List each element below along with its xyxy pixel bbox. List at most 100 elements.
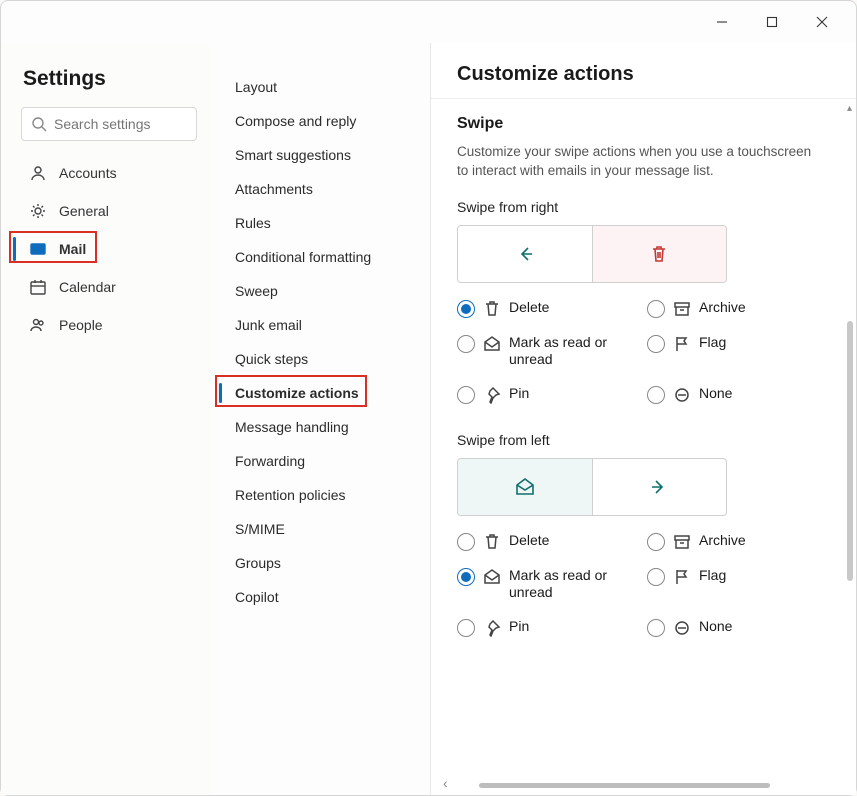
- radio-icon: [647, 335, 665, 353]
- opt-right-none[interactable]: None: [647, 385, 807, 404]
- close-button[interactable]: [806, 8, 838, 36]
- opt-left-read[interactable]: Mark as read or unread: [457, 567, 647, 602]
- pin-icon: [483, 619, 501, 637]
- flag-icon: [673, 568, 691, 586]
- sub-item-customize-actions[interactable]: Customize actions: [225, 377, 422, 409]
- opt-right-read[interactable]: Mark as read or unread: [457, 334, 647, 369]
- opt-left-archive[interactable]: Archive: [647, 532, 807, 551]
- swipe-right-preview: [457, 225, 727, 283]
- preview-action-right: [593, 226, 727, 282]
- vertical-scrollbar[interactable]: [847, 321, 853, 581]
- arrow-left-icon: [514, 243, 536, 265]
- swipe-right-heading: Swipe from right: [457, 199, 830, 215]
- sub-item-layout[interactable]: Layout: [225, 71, 422, 103]
- sidebar-item-mail[interactable]: Mail: [21, 233, 197, 265]
- opt-left-flag[interactable]: Flag: [647, 567, 807, 602]
- option-label: Archive: [699, 532, 746, 550]
- archive-icon: [673, 300, 691, 318]
- sub-item-message-handling[interactable]: Message handling: [225, 411, 422, 443]
- radio-icon: [457, 568, 475, 586]
- option-label: Delete: [509, 532, 549, 550]
- minimize-button[interactable]: [706, 8, 738, 36]
- trash-icon: [483, 533, 501, 551]
- none-icon: [673, 386, 691, 404]
- swipe-right-options: Delete Archive Mark: [457, 299, 830, 404]
- sidebar-item-label: Mail: [59, 241, 86, 257]
- sub-item-sweep[interactable]: Sweep: [225, 275, 422, 307]
- sub-item-groups[interactable]: Groups: [225, 547, 422, 579]
- radio-icon: [457, 386, 475, 404]
- radio-icon: [457, 619, 475, 637]
- pin-icon: [483, 386, 501, 404]
- sub-item-compose[interactable]: Compose and reply: [225, 105, 422, 137]
- none-icon: [673, 619, 691, 637]
- page-title: Settings: [23, 67, 197, 91]
- maximize-button[interactable]: [756, 8, 788, 36]
- sub-item-copilot[interactable]: Copilot: [225, 581, 422, 613]
- sub-item-smime[interactable]: S/MIME: [225, 513, 422, 545]
- opt-left-none[interactable]: None: [647, 618, 807, 637]
- radio-icon: [647, 533, 665, 551]
- search-input[interactable]: [21, 107, 197, 141]
- mail-open-icon: [483, 335, 501, 353]
- swipe-title: Swipe: [457, 115, 830, 133]
- archive-icon: [673, 533, 691, 551]
- opt-right-archive[interactable]: Archive: [647, 299, 807, 318]
- sub-item-retention-policies[interactable]: Retention policies: [225, 479, 422, 511]
- swipe-left-heading: Swipe from left: [457, 432, 830, 448]
- sub-item-attachments[interactable]: Attachments: [225, 173, 422, 205]
- option-label: Pin: [509, 385, 529, 403]
- flag-icon: [673, 335, 691, 353]
- sub-item-smart-suggestions[interactable]: Smart suggestions: [225, 139, 422, 171]
- trash-icon: [483, 300, 501, 318]
- sidebar-item-label: General: [59, 203, 109, 219]
- gear-icon: [29, 202, 47, 220]
- preview-back: [458, 226, 592, 282]
- sub-item-forwarding[interactable]: Forwarding: [225, 445, 422, 477]
- radio-icon: [457, 300, 475, 318]
- preview-action-left: [458, 459, 592, 515]
- opt-right-delete[interactable]: Delete: [457, 299, 647, 318]
- opt-left-delete[interactable]: Delete: [457, 532, 647, 551]
- opt-right-flag[interactable]: Flag: [647, 334, 807, 369]
- option-label: Archive: [699, 299, 746, 317]
- radio-icon: [647, 619, 665, 637]
- preview-forward: [593, 459, 727, 515]
- sidebar-item-accounts[interactable]: Accounts: [21, 157, 197, 189]
- option-label: Flag: [699, 334, 726, 352]
- swipe-left-options: Delete Archive Mark: [457, 532, 830, 637]
- calendar-icon: [29, 278, 47, 296]
- opt-left-pin[interactable]: Pin: [457, 618, 647, 637]
- horizontal-scrollbar[interactable]: [457, 781, 830, 789]
- option-label: Pin: [509, 618, 529, 636]
- sidebar-item-calendar[interactable]: Calendar: [21, 271, 197, 303]
- option-label: Mark as read or unread: [509, 567, 619, 602]
- arrow-right-icon: [648, 476, 670, 498]
- sidebar-item-label: Calendar: [59, 279, 116, 295]
- radio-icon: [647, 568, 665, 586]
- opt-right-pin[interactable]: Pin: [457, 385, 647, 404]
- option-label: Delete: [509, 299, 549, 317]
- radio-icon: [457, 335, 475, 353]
- option-label: Flag: [699, 567, 726, 585]
- radio-icon: [647, 386, 665, 404]
- swipe-description: Customize your swipe actions when you us…: [457, 143, 817, 181]
- mail-icon: [29, 240, 47, 258]
- sub-item-conditional-formatting[interactable]: Conditional formatting: [225, 241, 422, 273]
- sub-item-quick-steps[interactable]: Quick steps: [225, 343, 422, 375]
- option-label: Mark as read or unread: [509, 334, 619, 369]
- person-icon: [29, 164, 47, 182]
- sub-item-junk-email[interactable]: Junk email: [225, 309, 422, 341]
- sub-item-label: Customize actions: [235, 385, 359, 401]
- sidebar-item-label: Accounts: [59, 165, 117, 181]
- main-heading: Customize actions: [431, 43, 856, 99]
- sub-item-rules[interactable]: Rules: [225, 207, 422, 239]
- trash-icon: [649, 244, 669, 264]
- sidebar-item-people[interactable]: People: [21, 309, 197, 341]
- scroll-up-caret[interactable]: ▴: [847, 103, 852, 114]
- mail-open-icon: [483, 568, 501, 586]
- search-icon: [31, 116, 47, 132]
- sidebar-item-general[interactable]: General: [21, 195, 197, 227]
- people-icon: [29, 316, 47, 334]
- mail-open-icon: [514, 476, 536, 498]
